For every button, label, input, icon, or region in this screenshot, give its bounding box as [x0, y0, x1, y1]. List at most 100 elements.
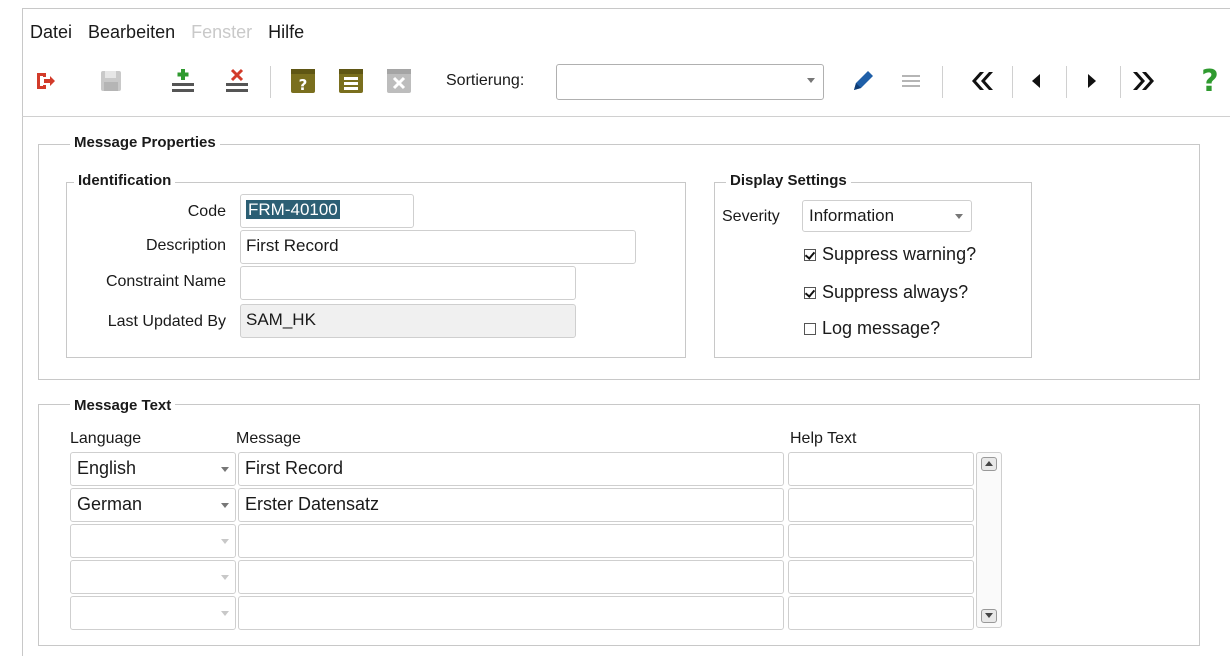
chevron-down-icon	[221, 503, 229, 508]
identification-title: Identification	[74, 172, 176, 189]
menu-bearbeiten[interactable]: Bearbeiten	[88, 22, 175, 46]
chevron-down-icon	[221, 611, 229, 616]
edit-pen-icon	[854, 71, 873, 90]
svg-text:?: ?	[299, 76, 308, 94]
column-header-help-text: Help Text	[790, 430, 857, 447]
log-message-label: Log message?	[822, 318, 941, 338]
language-select[interactable]	[70, 524, 236, 558]
language-select[interactable]: English	[70, 452, 236, 486]
toolbar-separator	[1120, 66, 1121, 98]
chevron-down-icon	[955, 214, 963, 219]
message-cell[interactable]	[238, 560, 784, 594]
exit-button[interactable]	[28, 64, 62, 98]
suppress-warning-checkbox[interactable]: Suppress warning?	[804, 244, 976, 265]
clear-icon	[387, 69, 411, 93]
edit-button[interactable]	[846, 64, 880, 98]
first-record-button[interactable]	[964, 64, 998, 98]
list-button[interactable]	[334, 64, 368, 98]
severity-value: Information	[809, 206, 895, 225]
message-cell[interactable]: First Record	[238, 452, 784, 486]
message-cell[interactable]	[238, 596, 784, 630]
log-message-checkbox[interactable]: Log message?	[804, 318, 940, 339]
help-button[interactable]: ?	[1194, 63, 1226, 99]
suppress-always-checkbox[interactable]: Suppress always?	[804, 282, 968, 303]
message-cell[interactable]	[238, 524, 784, 558]
last-updated-by-field: SAM_HK	[240, 304, 576, 338]
chevron-down-icon	[807, 78, 815, 83]
help-text-cell[interactable]	[788, 452, 974, 486]
last-record-button[interactable]	[1128, 64, 1162, 98]
previous-record-icon	[1032, 74, 1040, 88]
message-properties-title: Message Properties	[70, 134, 220, 151]
column-header-language: Language	[70, 430, 142, 447]
toolbar-separator	[942, 66, 943, 98]
clear-button[interactable]	[382, 64, 416, 98]
help-text-cell[interactable]	[788, 488, 974, 522]
scroll-up-icon[interactable]	[981, 457, 997, 471]
help-text-cell[interactable]	[788, 524, 974, 558]
menu-lines-icon	[902, 75, 920, 87]
help-icon: ?	[1201, 63, 1219, 99]
toolbar-separator	[270, 66, 271, 98]
code-label: Code	[187, 203, 226, 220]
help-text-cell[interactable]	[788, 560, 974, 594]
suppress-always-label: Suppress always?	[822, 282, 969, 302]
previous-record-button[interactable]	[1020, 64, 1054, 98]
table-scrollbar[interactable]	[976, 452, 1002, 628]
help-text-cell[interactable]	[788, 596, 974, 630]
menu-fenster: Fenster	[191, 22, 253, 42]
message-value: First Record	[245, 458, 344, 478]
chevron-down-icon	[221, 539, 229, 544]
last-updated-by-value: SAM_HK	[246, 310, 316, 329]
query-icon: ?	[291, 69, 315, 94]
toolbar-separator	[1066, 66, 1067, 98]
column-header-message: Message	[236, 430, 301, 447]
sort-select[interactable]	[556, 64, 824, 100]
language-select[interactable]: German	[70, 488, 236, 522]
language-value: German	[77, 494, 143, 514]
checkbox-unchecked-icon	[804, 322, 816, 335]
delete-record-icon	[226, 68, 248, 92]
checkbox-checked-icon	[804, 286, 816, 299]
severity-select[interactable]: Information	[802, 200, 972, 232]
insert-record-icon	[172, 69, 194, 92]
delete-record-button[interactable]	[220, 64, 254, 98]
menu-datei[interactable]: Datei	[30, 22, 72, 46]
language-select[interactable]	[70, 596, 236, 630]
list-icon	[339, 69, 363, 93]
description-field[interactable]: First Record	[240, 230, 636, 264]
toolbar-separator	[1012, 66, 1013, 98]
query-button[interactable]: ?	[286, 64, 320, 98]
chevron-down-icon	[221, 467, 229, 472]
language-value: English	[77, 458, 137, 478]
description-label: Description	[145, 237, 226, 254]
constraint-name-label: Constraint Name	[105, 273, 226, 290]
constraint-name-field[interactable]	[240, 266, 576, 300]
suppress-warning-label: Suppress warning?	[822, 244, 977, 264]
save-button[interactable]	[94, 64, 128, 98]
code-value: FRM-40100	[246, 200, 340, 219]
sort-label: Sortierung:	[446, 72, 525, 89]
message-text-title: Message Text	[70, 397, 176, 414]
toolbar-divider	[22, 116, 1230, 117]
message-value: Erster Datensatz	[245, 494, 380, 514]
next-record-button[interactable]	[1074, 64, 1108, 98]
exit-icon	[37, 73, 55, 89]
save-icon	[101, 71, 121, 91]
menu-lines-button[interactable]	[894, 64, 928, 98]
last-updated-by-label: Last Updated By	[107, 313, 226, 330]
message-cell[interactable]: Erster Datensatz	[238, 488, 784, 522]
description-value: First Record	[246, 236, 339, 255]
insert-record-button[interactable]	[166, 64, 200, 98]
menu-bar: Datei Bearbeiten Fenster Hilfe	[30, 22, 304, 46]
chevron-down-icon	[221, 575, 229, 580]
last-record-icon	[1133, 72, 1154, 90]
scroll-down-icon[interactable]	[981, 609, 997, 623]
next-record-icon	[1088, 74, 1096, 88]
severity-label: Severity	[722, 208, 780, 225]
code-field[interactable]: FRM-40100	[240, 194, 414, 228]
checkbox-checked-icon	[804, 248, 816, 261]
language-select[interactable]	[70, 560, 236, 594]
menu-hilfe[interactable]: Hilfe	[268, 22, 304, 46]
first-record-icon	[972, 72, 993, 90]
